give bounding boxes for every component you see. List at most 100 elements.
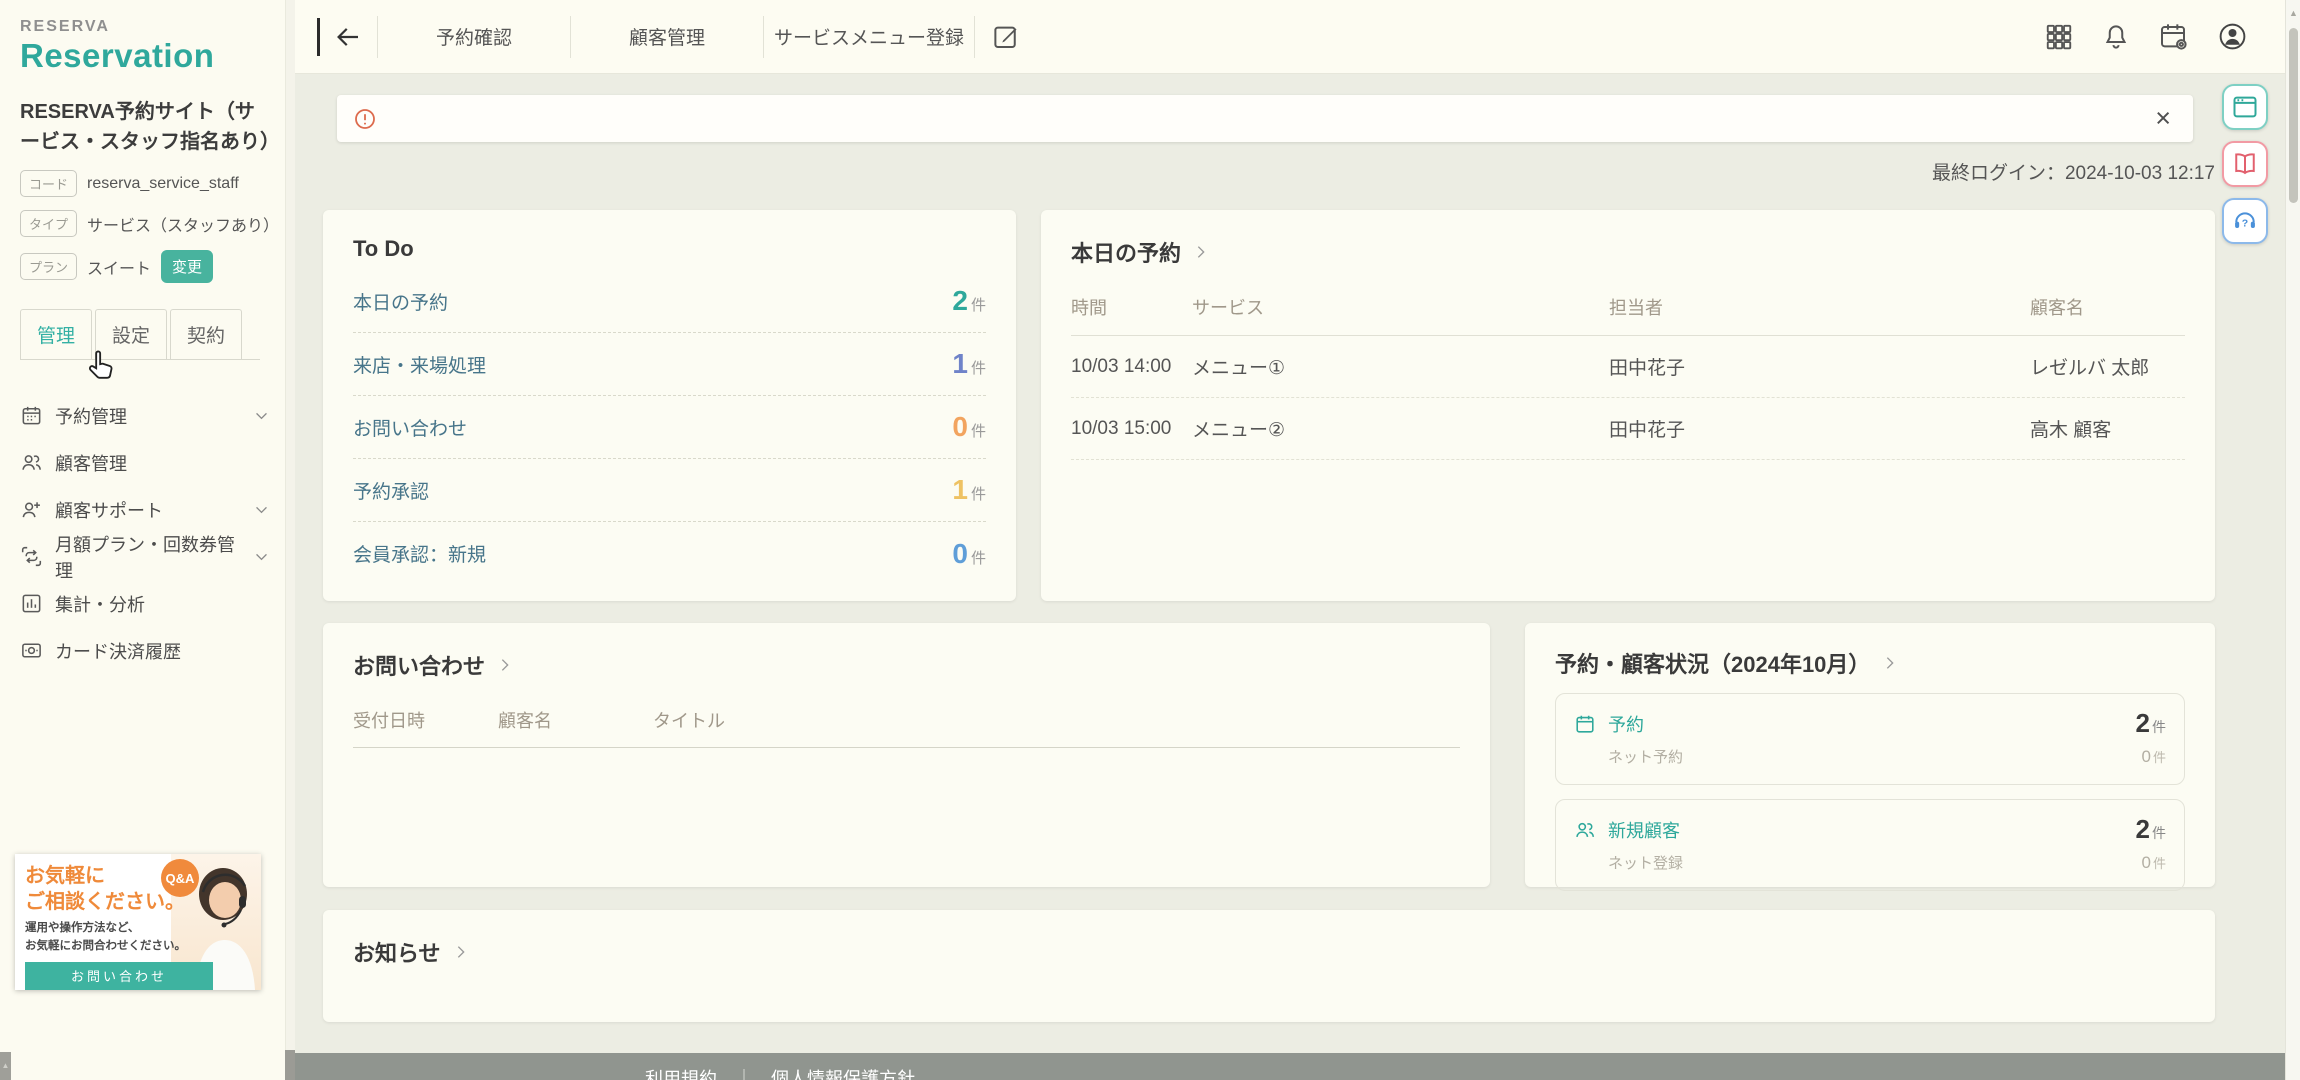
footer-link-privacy[interactable]: 個人情報保護方針 [771,1065,915,1080]
plan-badge: プラン [20,253,77,280]
banner-headline: お気軽に ご相談ください。 [25,863,251,915]
plan-value: スイート [87,255,151,279]
floating-site-button[interactable] [2222,84,2268,130]
table-header-row: 時間 サービス 担当者 顧客名 [1071,294,2185,336]
nav-item-customer-management[interactable]: 顧客管理 [571,23,763,50]
alert-close-icon[interactable]: × [2155,105,2171,132]
type-badge: タイプ [20,210,77,237]
todo-link[interactable]: お問い合わせ [353,414,467,441]
chevron-right-icon [1193,244,1209,260]
chevron-right-icon [1882,655,1898,671]
repeat-icon [20,545,43,568]
sidebar-item-customer-management[interactable]: 顧客管理 [20,439,270,486]
scrollbar-up-arrow[interactable]: ▲ [2286,8,2300,18]
table-row[interactable]: 10/03 14:00 メニュー① 田中花子 レゼルバ 太郎 [1071,336,2185,398]
todo-link[interactable]: 本日の予約 [353,288,448,315]
alert-bar: × [337,95,2193,142]
today-reservations-table: 時間 サービス 担当者 顧客名 10/03 14:00 メニュー① 田中花子 レ… [1071,294,2185,460]
sidebar-item-label: 顧客サポート [55,497,163,523]
nav-item-reservation-check[interactable]: 予約確認 [378,23,570,50]
qa-badge: Q&A [161,859,199,897]
dashboard-cards: To Do 本日の予約 2件 来店・来場処理 1件 お問い合わせ 0件 [323,210,2215,1022]
cell-customer: 高木 顧客 [2030,415,2185,442]
calendar-icon [1574,713,1596,735]
account-icon[interactable] [2217,21,2248,52]
cell-time: 10/03 14:00 [1071,356,1192,378]
back-button[interactable] [317,18,363,56]
page-scrollbar-track[interactable]: ▲ [2285,0,2300,1080]
chevron-right-icon [453,944,469,960]
banner-contact-button[interactable]: お問い合わせ [25,962,213,990]
users-icon [20,451,43,474]
browser-window-icon [2231,93,2259,121]
sidebar-item-customer-support[interactable]: 顧客サポート [20,486,270,533]
site-type-row: タイプ サービス（スタッフあり） [20,210,267,237]
footer-separator: ｜ [735,1065,753,1080]
site-title: RESERVA予約サイト（サービス・スタッフ指名あり） [20,97,272,157]
logo-brand-text: RESERVA [20,18,267,36]
monthly-status-title-link[interactable]: 予約・顧客状況（2024年10月） [1555,647,2185,679]
table-row[interactable]: 10/03 15:00 メニュー② 田中花子 高木 顧客 [1071,398,2185,460]
status-box-new-customers: 新規顧客 2件 ネット登録 0件 [1555,799,2185,891]
calendar-settings-icon[interactable] [2158,21,2190,53]
todo-item-checkin: 来店・来場処理 1件 [353,333,986,396]
page-scrollbar-thumb[interactable] [2289,28,2298,203]
last-login-text: 最終ログイン：2024-10-03 12:17 [1932,158,2215,185]
code-badge: コード [20,170,77,197]
code-value: reserva_service_staff [87,175,239,193]
sidebar-scrollbar-thumb[interactable] [285,1050,295,1080]
scroll-corner-button[interactable]: ▲ [0,1052,11,1080]
main-content: × 最終ログイン：2024-10-03 12:17 To Do 本日の予約 2件… [295,74,2300,1080]
credit-card-icon [20,639,43,662]
site-code-row: コード reserva_service_staff [20,170,267,197]
todo-item-reservation-approval: 予約承認 1件 [353,459,986,522]
floating-manual-button[interactable] [2222,141,2268,187]
plan-change-button[interactable]: 変更 [161,250,213,283]
status-sub-row: ネット予約 0件 [1574,746,2166,767]
chevron-down-icon [253,407,270,424]
cell-service: メニュー② [1192,415,1609,442]
todo-link[interactable]: 来店・来場処理 [353,351,486,378]
inquiry-title-link[interactable]: お問い合わせ [353,649,1460,681]
alert-info-icon [353,107,377,131]
headset-question-icon: ? [2231,207,2259,235]
todo-item-member-approval: 会員承認：新規 0件 [353,522,986,585]
todo-link[interactable]: 予約承認 [353,477,429,504]
status-link-reservations[interactable]: 予約 [1608,711,1644,737]
compose-icon[interactable] [991,22,1021,52]
sidebar-item-reservation-management[interactable]: 予約管理 [20,392,270,439]
open-book-icon [2231,150,2259,178]
bell-icon[interactable] [2101,22,2131,52]
logo-product-text: Reservation [20,37,267,75]
sidebar-item-monthly-plan-ticket[interactable]: 月額プラン・回数券管理 [20,533,270,580]
inquiry-card: お問い合わせ 受付日時 顧客名 タイトル [323,623,1490,887]
back-divider [317,18,320,56]
todo-list: 本日の予約 2件 来店・来場処理 1件 お問い合わせ 0件 予約承認 1件 [353,270,986,585]
todo-count: 0件 [952,538,986,570]
sidebar-item-analytics[interactable]: 集計・分析 [20,580,270,627]
status-box-reservations: 予約 2件 ネット予約 0件 [1555,693,2185,785]
floating-help-button[interactable]: ? [2222,198,2268,244]
todo-count: 1件 [952,348,986,380]
type-value: サービス（スタッフあり） [87,212,279,236]
footer-link-terms[interactable]: 利用規約 [645,1065,717,1080]
tab-keiyaku[interactable]: 契約 [170,309,242,359]
todo-item-today-reservations: 本日の予約 2件 [353,270,986,333]
notice-title-link[interactable]: お知らせ [353,936,2185,968]
monthly-status-card: 予約・顧客状況（2024年10月） 予約 2件 ネット予約 0件 [1525,623,2215,887]
support-banner[interactable]: Q&A お気軽に ご相談ください。 運用や操作方法など、 お気軽にお問合わせくだ… [15,854,261,990]
chevron-down-icon [253,548,270,565]
tab-kanri[interactable]: 管理 [20,309,92,359]
sidebar-menu: 予約管理 顧客管理 顧客サポート 月額プラン・回数券管理 集計・分析 カード決済… [20,392,267,674]
back-arrow-icon [333,22,363,52]
inquiry-header-row: 受付日時 顧客名 タイトル [353,707,1460,748]
todo-link[interactable]: 会員承認：新規 [353,540,486,567]
nav-item-service-menu-register[interactable]: サービスメニュー登録 [764,23,974,50]
status-link-new-customers[interactable]: 新規顧客 [1608,817,1680,843]
sidebar-item-label: 顧客管理 [55,450,127,476]
sidebar-scrollbar-track[interactable] [285,0,295,1080]
logo[interactable]: RESERVA Reservation [20,18,267,75]
today-reservations-title-link[interactable]: 本日の予約 [1071,236,2185,268]
apps-grid-icon[interactable] [2044,22,2074,52]
sidebar-item-card-payment-history[interactable]: カード決済履歴 [20,627,270,674]
